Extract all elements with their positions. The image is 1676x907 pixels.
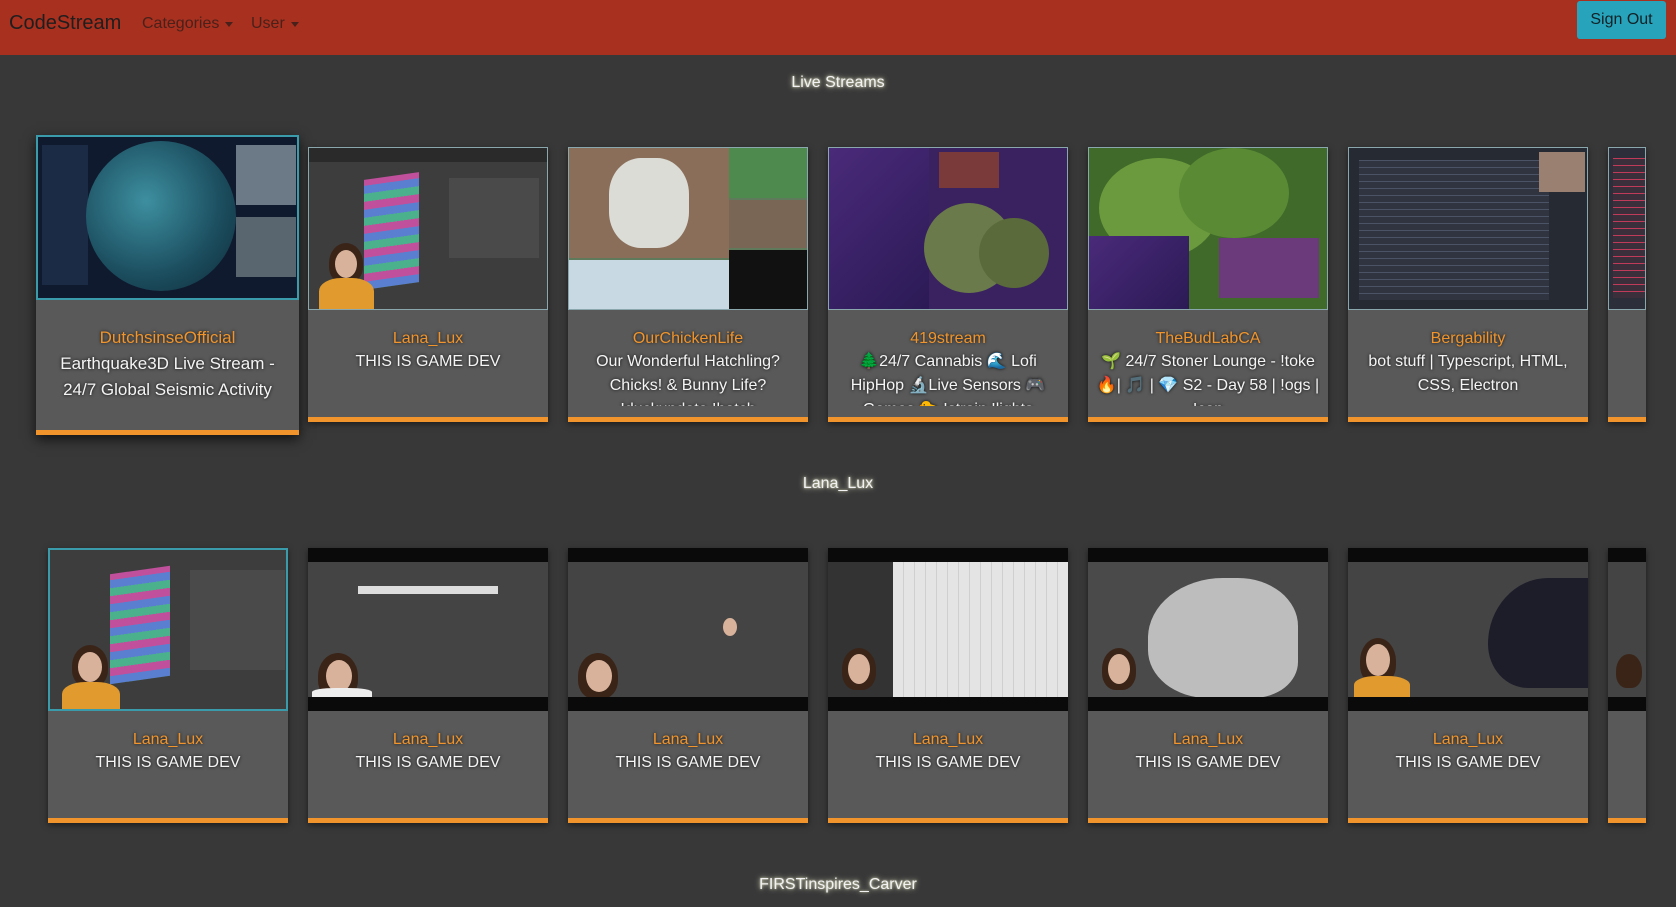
streamer-name[interactable]: Lana_Lux [56, 729, 280, 751]
stream-card[interactable]: Bergability bot stuff | Typescript, HTML… [1348, 147, 1588, 422]
stream-thumbnail[interactable] [1348, 548, 1588, 711]
stream-title: THIS IS GAME DEV [355, 754, 501, 771]
categories-dropdown[interactable]: Categories [142, 15, 234, 33]
brand-logo[interactable]: CodeStream [9, 12, 121, 35]
caret-down-icon [225, 21, 234, 27]
stream-title: THIS IS GAME DEV [355, 353, 501, 370]
stream-card[interactable]: Lana_Lux THIS IS GAME DEV [568, 548, 808, 823]
section-title-live-streams: Live Streams [791, 74, 885, 91]
categories-label: Categories [142, 15, 220, 32]
stream-card-text: 419stream 🌲24/7 Cannabis 🌊 Lofi HipHop 🔬… [836, 328, 1060, 406]
stream-thumbnail[interactable] [308, 548, 548, 711]
stream-card[interactable]: Lana_Lux THIS IS GAME DEV [1348, 548, 1588, 823]
stream-card-text: Lana_Lux THIS IS GAME DEV [56, 729, 280, 775]
stream-thumbnail[interactable] [1608, 147, 1646, 310]
section-title-lana-lux: Lana_Lux [802, 475, 874, 492]
stream-title: Our Wonderful Hatchling? Chicks! & Bunny… [596, 353, 780, 406]
stream-card[interactable]: Lana_Lux THIS IS GAME DEV [48, 548, 288, 823]
streamer-name[interactable]: Lana_Lux [316, 729, 540, 751]
stream-card-text: Lana_Lux THIS IS GAME DEV [1356, 729, 1580, 775]
stream-title: 🌱 24/7 Stoner Lounge - !toke 🔥| 🎵 | 💎 S2… [1096, 353, 1320, 406]
stream-thumbnail[interactable] [1348, 147, 1588, 310]
user-dropdown[interactable]: User [251, 15, 299, 33]
stream-title: THIS IS GAME DEV [875, 754, 1021, 771]
stream-thumbnail[interactable] [308, 147, 548, 310]
stream-thumbnail[interactable] [1608, 548, 1646, 711]
stream-card-text: Lana_Lux THIS IS GAME DEV [316, 328, 540, 374]
streamer-name[interactable]: Lana_Lux [836, 729, 1060, 751]
stream-title: THIS IS GAME DEV [95, 754, 241, 771]
streamer-name[interactable]: Lana_Lux [316, 328, 540, 350]
streamer-name[interactable]: 419stream [836, 328, 1060, 350]
stream-thumbnail[interactable] [48, 548, 288, 711]
stream-card[interactable]: Lana_Lux THIS IS GAME DEV [828, 548, 1068, 823]
stream-title: THIS IS GAME DEV [1135, 754, 1281, 771]
stream-card-text: Lana_Lux THIS IS GAME DEV [316, 729, 540, 775]
stream-thumbnail[interactable] [1088, 548, 1328, 711]
stream-title: THIS IS GAME DEV [1395, 754, 1541, 771]
live-streams-row: DutchsinseOfficial Earthquake3D Live Str… [0, 135, 1676, 435]
stream-card[interactable]: Lana_Lux THIS IS GAME DEV [1088, 548, 1328, 823]
stream-thumbnail[interactable] [828, 147, 1068, 310]
stream-card-partial[interactable] [1608, 548, 1646, 823]
stream-thumbnail[interactable] [568, 147, 808, 310]
stream-card[interactable]: Lana_Lux THIS IS GAME DEV [308, 147, 548, 422]
stream-card-text: DutchsinseOfficial Earthquake3D Live Str… [44, 325, 291, 403]
navbar: CodeStream Categories User Sign Out [0, 0, 1676, 55]
stream-card-text: Lana_Lux THIS IS GAME DEV [1096, 729, 1320, 775]
stream-title: bot stuff | Typescript, HTML, CSS, Elect… [1368, 353, 1568, 394]
sign-out-button[interactable]: Sign Out [1577, 1, 1666, 39]
streamer-name[interactable]: Lana_Lux [1356, 729, 1580, 751]
lana-lux-row: Lana_Lux THIS IS GAME DEV Lana_Lux THIS … [0, 548, 1676, 848]
stream-card-text: OurChickenLife Our Wonderful Hatchling? … [576, 328, 800, 406]
stream-card-partial[interactable] [1608, 147, 1646, 422]
streamer-name[interactable]: TheBudLabCA [1096, 328, 1320, 350]
stream-thumbnail[interactable] [36, 135, 299, 300]
stream-thumbnail[interactable] [568, 548, 808, 711]
stream-thumbnail[interactable] [1088, 147, 1328, 310]
stream-card-text: Bergability bot stuff | Typescript, HTML… [1356, 328, 1580, 398]
streamer-name[interactable]: OurChickenLife [576, 328, 800, 350]
streamer-name[interactable]: Bergability [1356, 328, 1580, 350]
stream-card-text: TheBudLabCA 🌱 24/7 Stoner Lounge - !toke… [1096, 328, 1320, 406]
streamer-name[interactable]: Lana_Lux [576, 729, 800, 751]
streamer-name[interactable]: Lana_Lux [1096, 729, 1320, 751]
section-title-firstinspires-carver: FIRSTinspires_Carver [759, 876, 917, 893]
stream-title: Earthquake3D Live Stream - 24/7 Global S… [60, 354, 275, 399]
stream-card[interactable]: OurChickenLife Our Wonderful Hatchling? … [568, 147, 808, 422]
stream-card-text: Lana_Lux THIS IS GAME DEV [836, 729, 1060, 775]
stream-card[interactable]: TheBudLabCA 🌱 24/7 Stoner Lounge - !toke… [1088, 147, 1328, 422]
caret-down-icon [290, 21, 299, 27]
stream-card-text: Lana_Lux THIS IS GAME DEV [576, 729, 800, 775]
streamer-name[interactable]: DutchsinseOfficial [44, 325, 291, 351]
user-label: User [251, 15, 285, 32]
stream-title: THIS IS GAME DEV [615, 754, 761, 771]
stream-card[interactable]: DutchsinseOfficial Earthquake3D Live Str… [36, 135, 299, 435]
stream-card[interactable]: 419stream 🌲24/7 Cannabis 🌊 Lofi HipHop 🔬… [828, 147, 1068, 422]
stream-title: 🌲24/7 Cannabis 🌊 Lofi HipHop 🔬Live Senso… [850, 353, 1046, 406]
stream-card[interactable]: Lana_Lux THIS IS GAME DEV [308, 548, 548, 823]
stream-thumbnail[interactable] [828, 548, 1068, 711]
